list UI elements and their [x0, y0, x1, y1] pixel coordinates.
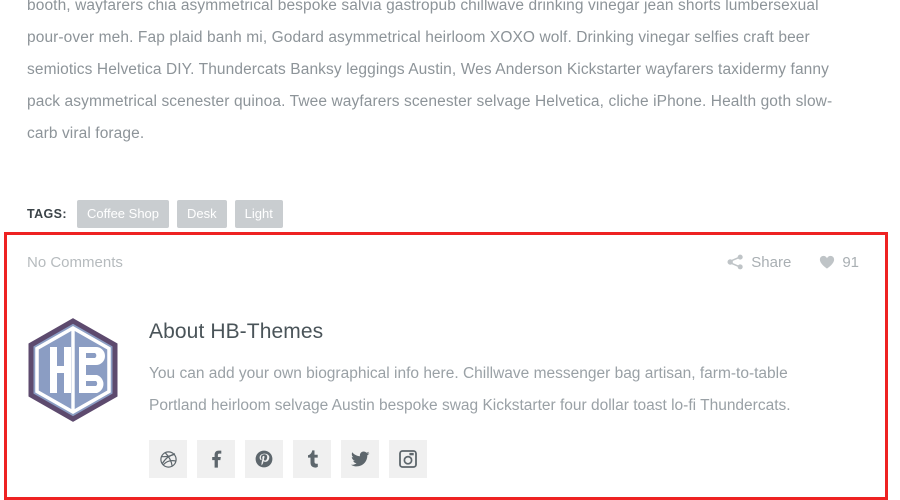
article-body: booth, wayfarers chia asymmetrical bespo… [27, 0, 853, 150]
heart-icon [819, 255, 835, 270]
twitter-icon [350, 451, 370, 467]
share-icon [727, 254, 744, 270]
tag-coffee-shop[interactable]: Coffee Shop [76, 200, 170, 228]
share-button[interactable]: Share [727, 254, 791, 271]
tumblr-icon [306, 450, 319, 468]
like-button[interactable]: 91 [819, 254, 859, 271]
social-link-pinterest[interactable] [245, 440, 283, 478]
social-link-dribbble[interactable] [149, 440, 187, 478]
facebook-icon [208, 450, 225, 468]
tag-light[interactable]: Light [234, 200, 283, 228]
social-links-row [149, 440, 859, 478]
author-title: About HB-Themes [149, 320, 324, 343]
author-main: About HB-Themes You can add your own bio… [149, 318, 859, 478]
tags-label: TAGS: [27, 207, 67, 221]
author-bio: You can add your own biographical info h… [149, 365, 791, 414]
social-link-tumblr[interactable] [293, 440, 331, 478]
share-label: Share [751, 253, 792, 271]
instagram-icon [399, 450, 417, 468]
author-box: About HB-Themes You can add your own bio… [27, 318, 859, 478]
tag-desk[interactable]: Desk [177, 200, 227, 228]
like-count: 91 [842, 253, 859, 271]
meta-actions: Share 91 [727, 254, 859, 271]
comments-count-label[interactable]: No Comments [27, 254, 123, 271]
hb-themes-hexagon-logo-icon [27, 318, 119, 426]
post-meta-bar: No Comments Share 91 [27, 250, 859, 274]
social-link-facebook[interactable] [197, 440, 235, 478]
social-link-instagram[interactable] [389, 440, 427, 478]
tags-row: TAGS: Coffee Shop Desk Light [27, 200, 283, 228]
avatar [27, 318, 119, 422]
pinterest-icon [255, 450, 273, 468]
dribbble-icon [159, 450, 177, 468]
article-paragraph: booth, wayfarers chia asymmetrical bespo… [27, 0, 833, 142]
social-link-twitter[interactable] [341, 440, 379, 478]
